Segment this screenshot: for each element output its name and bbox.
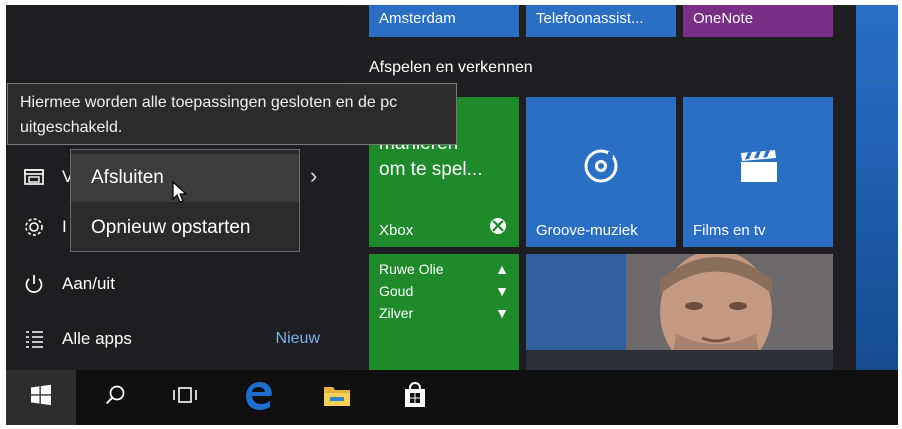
- start-menu: V › I Aan/uit Alle apps Nieuw Amsterdam …: [6, 5, 856, 370]
- shutdown-tooltip: Hiermee worden alle toepassingen geslote…: [7, 83, 457, 145]
- tile-onenote-label: OneNote: [693, 10, 754, 27]
- stock-row: Zilver ▼: [379, 302, 509, 324]
- all-apps-icon: [6, 328, 62, 350]
- xbox-logo-icon: [489, 217, 507, 239]
- folder-icon: [322, 382, 352, 413]
- search-button[interactable]: [86, 370, 144, 425]
- power-icon: [6, 273, 62, 295]
- restart-button[interactable]: Opnieuw opstarten: [71, 204, 299, 252]
- tile-amsterdam-label: Amsterdam: [379, 10, 456, 27]
- file-explorer-taskbar-button[interactable]: [308, 370, 366, 425]
- stock-list: Ruwe Olie ▲ Goud ▼ Zilver ▼: [379, 258, 509, 324]
- arrow-up-icon: ▲: [495, 261, 509, 277]
- news-photo-image: [526, 254, 833, 370]
- all-apps-item[interactable]: Alle apps Nieuw: [6, 315, 336, 363]
- power-item[interactable]: Aan/uit: [6, 260, 336, 308]
- edge-icon: [243, 379, 275, 416]
- mouse-cursor-icon: [172, 180, 188, 210]
- tile-xbox-line2: om te spel...: [379, 159, 483, 180]
- arrow-down-icon: ▼: [495, 305, 509, 321]
- tile-films-label: Films en tv: [693, 222, 766, 239]
- task-view-icon: [172, 385, 198, 410]
- tile-finance[interactable]: Ruwe Olie ▲ Goud ▼ Zilver ▼: [369, 254, 519, 370]
- tile-telefoonassistent-label: Telefoonassist...: [536, 10, 644, 27]
- file-explorer-icon: [6, 167, 62, 187]
- store-icon: [402, 381, 428, 414]
- tile-telefoonassistent[interactable]: Telefoonassist...: [526, 5, 676, 37]
- tile-groove[interactable]: Groove-muziek: [526, 97, 676, 247]
- stock-row: Goud ▼: [379, 280, 509, 302]
- tooltip-line1: Hiermee worden alle toepassingen geslote…: [20, 94, 398, 111]
- tooltip-line2: uitgeschakeld.: [20, 119, 123, 136]
- tile-news-photo[interactable]: [526, 254, 833, 370]
- arrow-down-icon: ▼: [495, 283, 509, 299]
- films-icon: [739, 149, 779, 187]
- screenshot-frame: V › I Aan/uit Alle apps Nieuw Amsterdam …: [6, 5, 898, 425]
- tile-groove-label: Groove-muziek: [536, 222, 638, 239]
- groove-icon: [582, 147, 620, 189]
- start-button[interactable]: [6, 370, 76, 425]
- store-button[interactable]: [386, 370, 444, 425]
- edge-button[interactable]: [230, 370, 288, 425]
- taskbar: [6, 370, 898, 425]
- windows-logo-icon: [30, 384, 52, 411]
- search-icon: [104, 384, 126, 411]
- section-header: Afspelen en verkennen: [369, 59, 533, 76]
- desktop-background: [856, 5, 898, 370]
- tile-amsterdam[interactable]: Amsterdam: [369, 5, 519, 37]
- task-view-button[interactable]: [156, 370, 214, 425]
- stock-row: Ruwe Olie ▲: [379, 258, 509, 280]
- tile-films[interactable]: Films en tv: [683, 97, 833, 247]
- power-label: Aan/uit: [62, 274, 115, 293]
- settings-icon: [6, 216, 62, 238]
- new-badge: Nieuw: [275, 330, 320, 347]
- chevron-right-icon: ›: [310, 163, 318, 188]
- tile-xbox-label: Xbox: [379, 222, 414, 239]
- tile-onenote[interactable]: OneNote: [683, 5, 833, 37]
